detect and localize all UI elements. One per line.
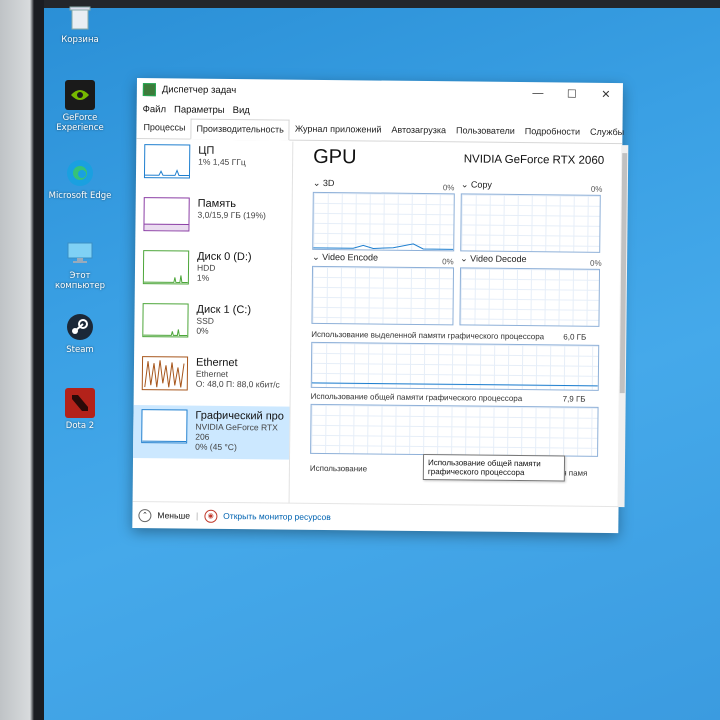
tab-services[interactable]: Службы bbox=[585, 123, 629, 143]
tab-users[interactable]: Пользователи bbox=[451, 121, 520, 142]
resource-gpu[interactable]: Графический про NVIDIA GeForce RTX 206 0% … bbox=[133, 404, 290, 460]
task-manager-window: Диспетчер задач — ☐ ✕ Файл Параметры Вид… bbox=[132, 78, 629, 534]
memory-mini-graph bbox=[143, 197, 190, 232]
engine-pct: 0% bbox=[590, 184, 603, 194]
graph-3d bbox=[312, 191, 455, 252]
menu-file[interactable]: Файл bbox=[143, 104, 166, 115]
monitor-top-frame bbox=[44, 0, 720, 8]
close-button[interactable]: ✕ bbox=[589, 87, 623, 100]
recycle-bin-icon bbox=[65, 2, 95, 32]
performance-content: ЦП 1% 1,45 ГГц Память 3,0/15,9 ГБ (19%) Ди… bbox=[132, 139, 629, 508]
engine-pct: 0% bbox=[442, 257, 454, 267]
nvidia-icon bbox=[65, 80, 95, 110]
maximize-button[interactable]: ☐ bbox=[555, 87, 589, 100]
minimize-button[interactable]: — bbox=[521, 87, 555, 100]
graph-copy bbox=[460, 193, 601, 253]
resource-list: ЦП 1% 1,45 ГГц Память 3,0/15,9 ГБ (19%) Ди… bbox=[132, 139, 294, 504]
edge-icon bbox=[65, 158, 95, 188]
usage-label: Использование bbox=[309, 463, 368, 474]
engine-3d-selector[interactable]: ⌄ 3D bbox=[313, 178, 335, 189]
gpu-mini-graph bbox=[141, 409, 188, 444]
tooltip: Использование общей памяти графического … bbox=[422, 454, 566, 482]
footer: ⌃ Меньше | ◉ Открыть монитор ресурсов bbox=[132, 500, 619, 534]
chevron-up-icon[interactable]: ⌃ bbox=[138, 508, 152, 522]
tab-performance[interactable]: Производительность bbox=[190, 118, 290, 141]
resource-name: Ethernet bbox=[195, 356, 238, 370]
resource-name: ЦП bbox=[198, 144, 215, 157]
resource-name: Графический про bbox=[195, 409, 284, 423]
resource-ethernet[interactable]: Ethernet Ethernet О: 48,0 П: 88,0 кбит/с bbox=[134, 352, 291, 407]
task-manager-icon bbox=[142, 82, 156, 96]
dota2-icon bbox=[65, 388, 95, 418]
desktop-icon-label: Dota 2 bbox=[65, 421, 95, 431]
resource-detail: 1% 1,45 ГГц bbox=[198, 156, 246, 168]
engine-label: Video Decode bbox=[470, 253, 527, 265]
open-resource-monitor-link[interactable]: Открыть монитор ресурсов bbox=[223, 511, 331, 522]
desktop-icon-label: GeForce Experience bbox=[56, 113, 104, 133]
engine-label: Copy bbox=[470, 179, 493, 190]
tab-details[interactable]: Подробности bbox=[520, 122, 586, 143]
disk1-mini-graph bbox=[142, 303, 189, 338]
window-title: Диспетчер задач bbox=[161, 83, 237, 96]
ethernet-mini-graph bbox=[141, 356, 189, 391]
desktop-icon-dota2[interactable]: Dota 2 bbox=[44, 388, 116, 431]
menu-view[interactable]: Вид bbox=[233, 105, 250, 116]
desktop-icon-geforce[interactable]: GeForce Experience bbox=[44, 80, 116, 133]
desktop-icon-steam[interactable]: Steam bbox=[44, 312, 116, 355]
cpu-mini-graph bbox=[143, 144, 191, 179]
tab-app-history[interactable]: Журнал приложений bbox=[290, 120, 387, 141]
resource-usage: 0% bbox=[196, 325, 209, 336]
engine-pct: 0% bbox=[442, 183, 455, 193]
resource-detail: NVIDIA GeForce RTX 206 bbox=[195, 421, 278, 442]
graph-video-encode bbox=[311, 265, 455, 326]
resource-name: Диск 0 (D:) bbox=[197, 250, 252, 264]
steam-icon bbox=[65, 312, 95, 342]
menu-options[interactable]: Параметры bbox=[174, 104, 225, 116]
resource-detail: 3,0/15,9 ГБ (19%) bbox=[197, 209, 266, 221]
engine-pct: 0% bbox=[590, 258, 602, 268]
dedicated-memory-label: Использование выделенной памяти графичес… bbox=[311, 329, 545, 342]
gpu-detail-pane: GPU NVIDIA GeForce RTX 2060 ⌄ 3D 0% ⌄ Co… bbox=[290, 142, 629, 508]
engine-encode-selector[interactable]: ⌄ Video Encode bbox=[312, 252, 378, 264]
resource-detail: HDD bbox=[196, 262, 216, 273]
desktop-icon-label: Этот компьютер bbox=[54, 271, 106, 291]
desktop-icon-label: Microsoft Edge bbox=[48, 191, 112, 201]
graph-shared-memory bbox=[310, 403, 599, 457]
resource-usage: О: 48,0 П: 88,0 кбит/с bbox=[195, 378, 280, 390]
resource-disk0[interactable]: Диск 0 (D:) HDD 1% bbox=[135, 246, 292, 301]
dedicated-memory-max: 6,0 ГБ bbox=[563, 332, 587, 342]
desktop-icon-label: Steam bbox=[66, 345, 94, 355]
resource-monitor-icon: ◉ bbox=[204, 509, 218, 523]
resource-detail: SSD bbox=[196, 315, 214, 326]
resource-usage: 1% bbox=[196, 272, 210, 283]
desktop-icon-edge[interactable]: Microsoft Edge bbox=[44, 158, 116, 201]
gpu-model: NVIDIA GeForce RTX 2060 bbox=[463, 153, 605, 167]
resource-disk1[interactable]: Диск 1 (C:) SSD 0% bbox=[134, 299, 291, 354]
resource-name: Диск 1 (C:) bbox=[196, 303, 252, 317]
tab-processes[interactable]: Процессы bbox=[138, 118, 190, 139]
engine-copy-selector[interactable]: ⌄ Copy bbox=[461, 179, 492, 190]
graph-dedicated-memory bbox=[310, 341, 600, 391]
engine-label: 3D bbox=[322, 177, 335, 189]
computer-icon bbox=[65, 238, 95, 268]
disk0-mini-graph bbox=[142, 250, 190, 285]
resource-usage: 0% (45 °C) bbox=[195, 441, 237, 453]
desktop-icon-recycle-bin[interactable]: Корзина bbox=[44, 2, 116, 45]
engine-label: Video Encode bbox=[322, 251, 379, 263]
desktop-icon-label: Корзина bbox=[61, 35, 99, 45]
tab-startup[interactable]: Автозагрузка bbox=[386, 121, 451, 142]
resource-name: Память bbox=[197, 197, 237, 211]
fewer-details-button[interactable]: Меньше bbox=[157, 510, 190, 520]
resource-cpu[interactable]: ЦП 1% 1,45 ГГц bbox=[136, 140, 293, 195]
desktop-icon-this-pc[interactable]: Этот компьютер bbox=[44, 238, 116, 291]
resource-memory[interactable]: Память 3,0/15,9 ГБ (19%) bbox=[135, 193, 292, 248]
shared-memory-max: 7,9 ГБ bbox=[562, 394, 586, 404]
graph-video-decode bbox=[459, 267, 601, 327]
shared-memory-label: Использование общей памяти графического … bbox=[310, 391, 523, 404]
engine-decode-selector[interactable]: ⌄ Video Decode bbox=[460, 253, 527, 265]
